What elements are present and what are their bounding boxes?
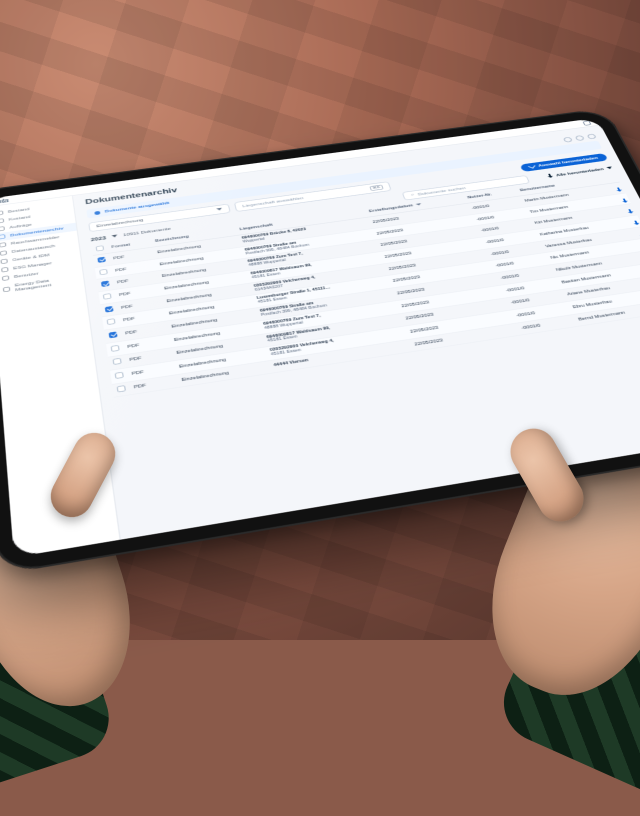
cell-bezeichnung: Einzelabrechnung: [168, 321, 261, 348]
row-checkbox[interactable]: [102, 293, 111, 300]
row-checkbox[interactable]: [114, 372, 123, 379]
info-icon: [94, 211, 100, 215]
nav-icon: [0, 259, 7, 264]
sort-icon: [415, 203, 421, 206]
nav-icon: [2, 276, 9, 282]
chevron-down-icon: [111, 235, 117, 238]
user-avatar[interactable]: [586, 133, 596, 139]
cell-format: PDF: [118, 308, 166, 328]
nav-icon: [0, 242, 6, 247]
cell-liegenschaft: 0305292900 Velcherweg 4,45181 Essen: [264, 326, 408, 360]
cell-bezeichnung: Einzelabrechnung: [176, 361, 271, 388]
table-row[interactable]: PDFEinzelabrechnung44444 Viersen22/05/20…: [112, 298, 640, 397]
cell-erstellung: 22/05/2023: [408, 323, 520, 351]
cell-liegenschaft: 6946009817 Waldsaum 99,45181 Essen: [261, 314, 404, 348]
chevron-down-icon: [216, 208, 222, 211]
cell-format: PDF: [122, 334, 171, 354]
cell-format: PDF: [124, 348, 173, 369]
topbar-action-icon[interactable]: [582, 121, 591, 126]
row-checkbox[interactable]: [106, 319, 115, 326]
cell-erstellung: 22/05/2023: [404, 310, 515, 339]
cell-bezeichnung: Einzelabrechnung: [166, 308, 258, 334]
download-icon: [546, 174, 553, 178]
cell-nutzer: -0001/0: [515, 315, 577, 335]
row-checkbox[interactable]: [101, 281, 110, 287]
nav-icon: [0, 226, 4, 231]
cell-format: PDF: [126, 361, 176, 382]
keyboard-hint: ⌘K: [369, 185, 384, 191]
cell-format: PDF: [128, 375, 178, 395]
cell-liegenschaft: 44444 Viersen: [268, 340, 413, 374]
row-checkbox[interactable]: [108, 332, 117, 339]
row-checkbox[interactable]: [112, 358, 121, 365]
row-checkbox[interactable]: [116, 385, 125, 392]
nav-icon: [2, 286, 9, 292]
nav-icon: [0, 211, 3, 216]
search-icon: ⌕: [410, 193, 415, 198]
year-filter[interactable]: 2023: [90, 235, 106, 243]
cell-format: PDF: [120, 321, 168, 341]
select-all-checkbox[interactable]: [95, 246, 103, 252]
help-icon[interactable]: [562, 137, 572, 143]
row-checkbox[interactable]: [104, 306, 113, 313]
chevron-down-icon: [606, 167, 612, 170]
row-checkbox[interactable]: [97, 257, 106, 263]
nav-icon: [1, 267, 8, 272]
nav-icon: [0, 251, 7, 256]
filter-document-type-value: Einzelabrechnung: [96, 218, 144, 229]
nav-icon: [0, 234, 5, 239]
cell-bezeichnung: Einzelabrechnung: [173, 347, 268, 374]
nav-icon: [0, 218, 4, 223]
row-checkbox[interactable]: [99, 269, 108, 275]
row-checkbox[interactable]: [110, 345, 119, 352]
print-icon[interactable]: [574, 135, 584, 141]
cell-bezeichnung: Einzelabrechnung: [171, 334, 265, 361]
